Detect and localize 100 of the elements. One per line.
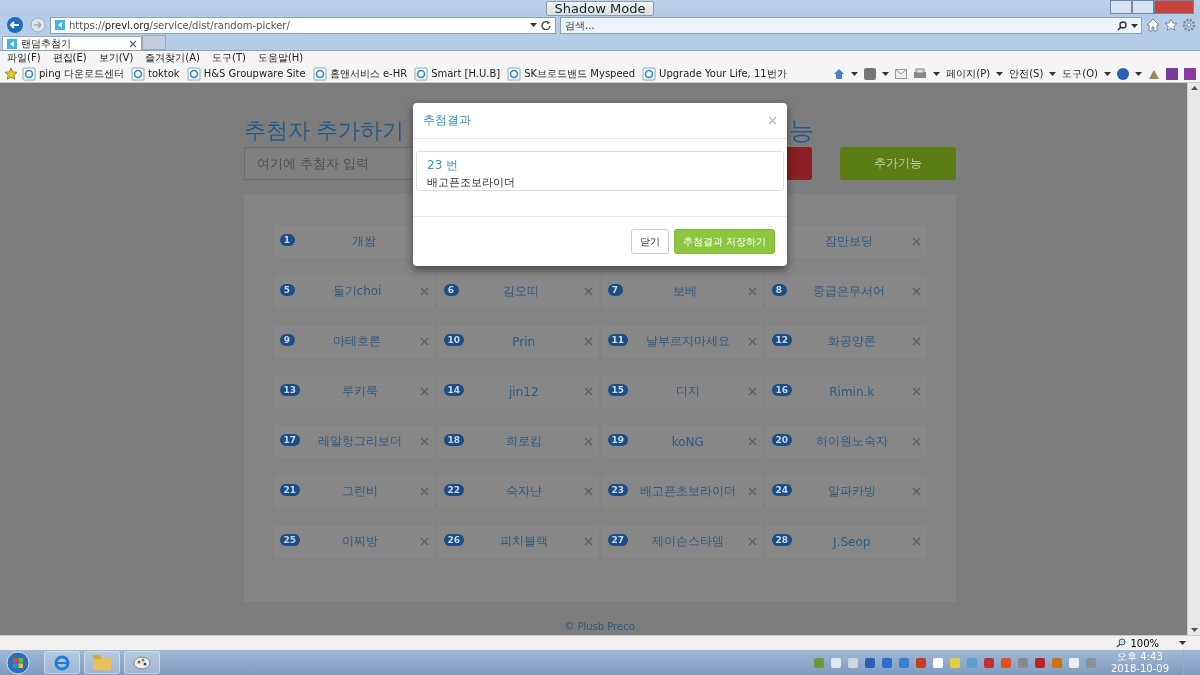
caret-icon[interactable]	[933, 71, 941, 76]
caret-icon[interactable]	[996, 71, 1004, 76]
tray-icon[interactable]	[982, 656, 995, 669]
favorites-icon[interactable]	[1164, 18, 1178, 32]
tray-icon[interactable]	[1016, 656, 1029, 669]
remove-icon[interactable]	[583, 287, 593, 296]
new-tab-button[interactable]	[142, 35, 166, 50]
settings-icon[interactable]	[1182, 18, 1196, 32]
menu-item[interactable]: 파일(F)	[7, 51, 41, 65]
caret-icon[interactable]	[851, 71, 859, 76]
tray-icon[interactable]	[812, 656, 825, 669]
tray-icon[interactable]	[999, 656, 1012, 669]
menu-item[interactable]: 보기(V)	[98, 51, 134, 65]
remove-icon[interactable]	[583, 337, 593, 346]
favorites-star-icon[interactable]	[4, 66, 18, 81]
printer-icon[interactable]	[913, 67, 928, 80]
search-icon[interactable]	[1117, 20, 1127, 31]
mail-icon[interactable]	[895, 68, 908, 79]
favorite-link[interactable]: Smart [H.U.B]	[431, 68, 501, 79]
tray-icon[interactable]	[897, 656, 910, 669]
zoom-level[interactable]: 100%	[1130, 637, 1159, 649]
command-menu[interactable]: 페이지(P)	[946, 66, 991, 81]
remove-icon[interactable]	[911, 337, 921, 346]
scrollbar[interactable]	[1187, 83, 1200, 635]
favorite-link[interactable]: SK브로드밴드 Myspeed	[524, 66, 636, 81]
number-badge: 19	[607, 434, 629, 446]
menu-item[interactable]: 도움말(H)	[257, 51, 304, 65]
command-menu[interactable]: 도구(O)	[1062, 66, 1098, 81]
command-menu[interactable]: 안전(S)	[1009, 66, 1044, 81]
browser-tab[interactable]: 랜덤추첨기	[2, 36, 142, 50]
tray-icon[interactable]	[948, 656, 961, 669]
remove-icon[interactable]	[583, 487, 593, 496]
menu-item[interactable]: 도구(T)	[212, 51, 246, 65]
caret-icon[interactable]	[882, 71, 890, 76]
scroll-up-icon[interactable]	[1190, 86, 1198, 90]
remove-icon[interactable]	[911, 287, 921, 296]
paint-taskbar-button[interactable]	[124, 651, 160, 674]
scroll-down-icon[interactable]	[1190, 628, 1198, 632]
remove-icon[interactable]	[419, 387, 429, 396]
home-icon[interactable]	[1146, 18, 1160, 32]
caret-icon[interactable]	[1131, 23, 1138, 28]
add-button[interactable]	[785, 147, 812, 180]
remove-icon[interactable]	[911, 237, 921, 246]
tray-icon[interactable]	[1033, 656, 1046, 669]
tray-icon[interactable]	[1050, 656, 1063, 669]
caret-icon[interactable]	[530, 23, 537, 27]
maximize-button[interactable]	[1132, 0, 1154, 14]
menu-item[interactable]: 편집(E)	[52, 51, 87, 65]
tray-icon[interactable]	[880, 656, 893, 669]
remove-icon[interactable]	[747, 287, 757, 296]
back-icon[interactable]	[4, 17, 26, 33]
favorite-link[interactable]: ping 다운로드센터	[39, 66, 124, 81]
remove-icon[interactable]	[583, 387, 593, 396]
tray-icon[interactable]	[1084, 656, 1097, 669]
caret-icon[interactable]	[1179, 641, 1186, 645]
remove-icon[interactable]	[583, 537, 593, 546]
remove-icon[interactable]	[911, 537, 921, 546]
home-icon[interactable]	[833, 67, 846, 80]
address-bar[interactable]: https://prevl.org/service/dist/random-picker/	[50, 16, 556, 34]
shadow-mode-button[interactable]: Shadow Mode	[545, 1, 655, 16]
remove-icon[interactable]	[747, 337, 757, 346]
remove-icon[interactable]	[747, 537, 757, 546]
remove-icon[interactable]	[419, 337, 429, 346]
remove-icon[interactable]	[747, 437, 757, 446]
caret-icon[interactable]	[1104, 71, 1111, 76]
search-field[interactable]: 검색...	[560, 16, 1142, 34]
remove-icon[interactable]	[911, 387, 921, 396]
dialog-title: 추첨결과	[423, 112, 471, 129]
start-icon[interactable]	[6, 650, 30, 675]
remove-icon[interactable]	[747, 387, 757, 396]
tray-icon[interactable]	[829, 656, 842, 669]
minimize-button[interactable]	[1110, 0, 1132, 14]
favorite-link[interactable]: H&S Groupware Site	[203, 68, 306, 79]
remove-icon[interactable]	[419, 537, 429, 546]
remove-icon[interactable]	[419, 437, 429, 446]
favorite-link[interactable]: toktok	[148, 68, 180, 79]
remove-icon[interactable]	[747, 487, 757, 496]
caret-icon[interactable]	[1135, 71, 1142, 76]
remove-icon[interactable]	[911, 487, 921, 496]
remove-icon[interactable]	[911, 437, 921, 446]
forward-icon[interactable]	[30, 17, 46, 33]
tray-icon[interactable]	[846, 656, 859, 669]
tray-icon[interactable]	[914, 656, 927, 669]
tray-icon[interactable]	[863, 656, 876, 669]
favorite-link[interactable]: 홈앤서비스 e-HR	[329, 66, 408, 81]
folder-taskbar-button[interactable]	[84, 651, 120, 674]
favorite-link[interactable]: Upgrade Your Life, 11번가	[659, 66, 787, 81]
browser-taskbar-button[interactable]	[44, 651, 80, 674]
close-icon[interactable]	[129, 39, 137, 48]
refresh-icon[interactable]	[541, 20, 551, 30]
menu-item[interactable]: 즐겨찾기(A)	[145, 51, 200, 65]
close-button[interactable]: 닫기	[630, 229, 669, 254]
remove-icon[interactable]	[419, 487, 429, 496]
caret-icon[interactable]	[1049, 71, 1057, 76]
zoom-icon[interactable]	[1116, 638, 1127, 648]
remove-icon[interactable]	[419, 287, 429, 296]
tray-icon[interactable]	[931, 656, 944, 669]
tray-icon[interactable]	[1067, 656, 1080, 669]
tray-icon[interactable]	[965, 656, 978, 669]
remove-icon[interactable]	[583, 437, 593, 446]
